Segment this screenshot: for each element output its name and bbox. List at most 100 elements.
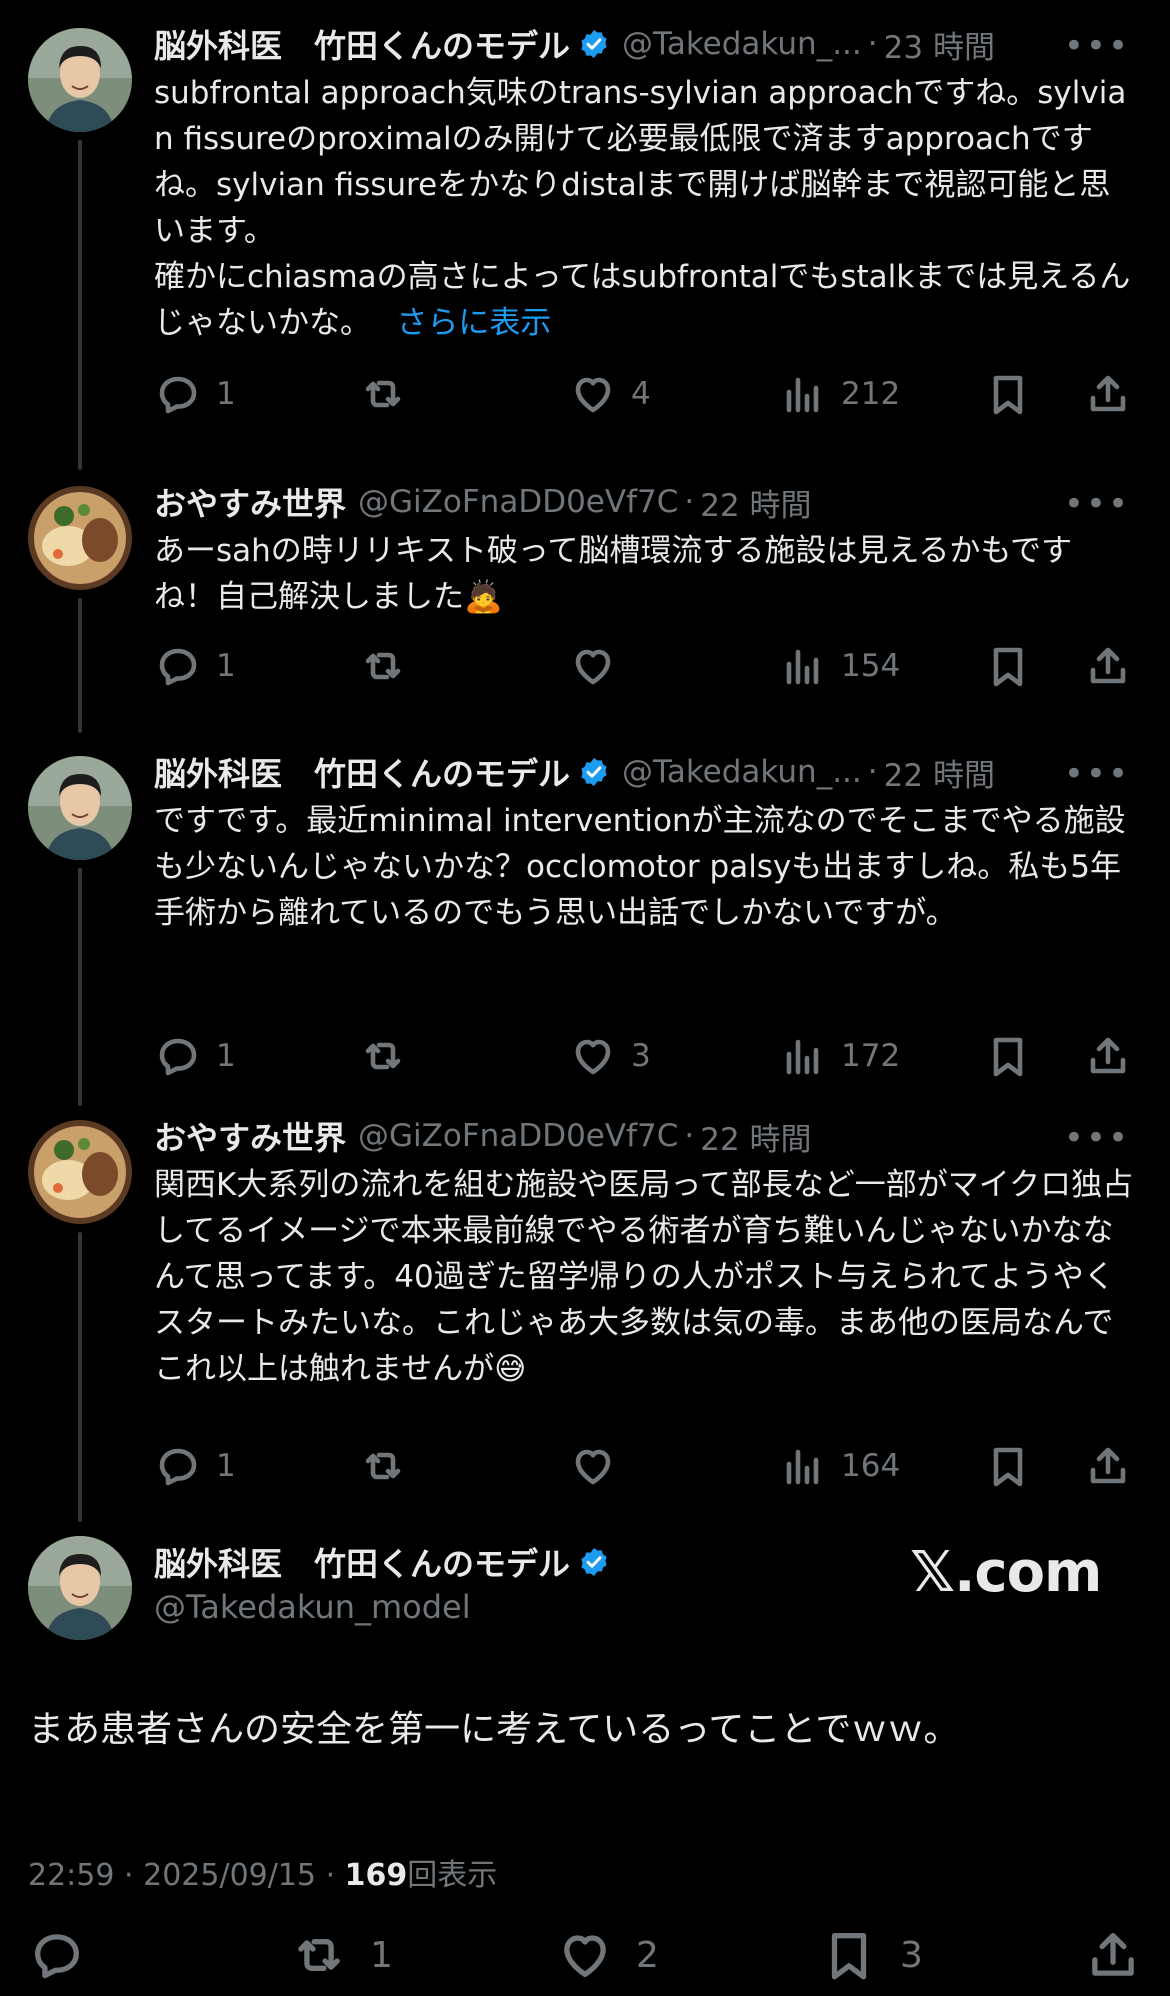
more-icon: •••	[1063, 754, 1130, 794]
more-icon: •••	[1063, 484, 1130, 524]
retweet-button[interactable]	[359, 1440, 421, 1492]
reply-button[interactable]: 1	[154, 1440, 236, 1492]
share-button[interactable]	[1084, 368, 1132, 420]
reply-button[interactable]: 1	[154, 368, 236, 420]
avatar[interactable]	[28, 1536, 132, 1640]
doctor-avatar-icon	[28, 28, 132, 132]
handle[interactable]: @Takedakun_...	[622, 754, 862, 790]
separator: ·	[867, 26, 878, 62]
tweet-header: おやすみ世界 @GiZoFnaDD0eVf7C · 22 時間	[154, 480, 1130, 524]
timestamp[interactable]: 22 時間	[700, 480, 811, 524]
bookmark-button[interactable]	[984, 368, 1032, 420]
more-icon: •••	[1063, 26, 1130, 66]
tweet-text: ですです。最近minimal interventionが主流なのでそこまでやる施…	[154, 803, 1126, 931]
view-count: 154	[841, 648, 901, 684]
timestamp[interactable]: 22 時間	[884, 750, 995, 794]
like-button[interactable]: 2	[556, 1920, 659, 1990]
view-count: 172	[841, 1038, 901, 1074]
bookmark-button[interactable]	[984, 640, 1032, 692]
more-options-button[interactable]: •••	[1064, 480, 1130, 524]
reply-icon	[159, 1038, 197, 1076]
reply-count: 1	[216, 648, 236, 684]
tweet-text: subfrontal approach気味のtrans-sylvian appr…	[154, 70, 1134, 346]
post-time[interactable]: 22:59	[28, 1858, 114, 1893]
thread-connector	[78, 1232, 82, 1522]
tweet-meta: 22:59 · 2025/09/15 · 169回表示	[28, 1850, 497, 1894]
tweet-text-content: subfrontal approach気味のtrans-sylvian appr…	[154, 75, 1131, 341]
show-more-link[interactable]: さらに表示	[396, 305, 551, 341]
retweet-button[interactable]	[359, 1030, 421, 1082]
retweet-button[interactable]: 1	[290, 1920, 393, 1990]
view-count: 164	[841, 1448, 901, 1484]
like-count: 3	[631, 1038, 651, 1074]
retweet-button[interactable]	[359, 368, 421, 420]
handle[interactable]: @Takedakun_...	[622, 26, 862, 62]
separator: ·	[684, 484, 695, 520]
reply-button[interactable]: 1	[154, 1030, 236, 1082]
separator: ·	[325, 1858, 336, 1893]
like-button[interactable]	[569, 640, 631, 692]
heart-icon	[575, 649, 611, 685]
views-button[interactable]: 212	[779, 368, 900, 420]
handle[interactable]: @GiZoFnaDD0eVf7C	[358, 1118, 678, 1154]
bookmark-button[interactable]	[984, 1440, 1032, 1492]
more-icon: •••	[1063, 1118, 1130, 1158]
display-name[interactable]: 脳外科医 竹田くんのモデル	[154, 1539, 570, 1585]
more-options-button[interactable]: •••	[1064, 1114, 1130, 1158]
reply-icon	[159, 376, 197, 414]
share-icon	[1090, 375, 1126, 412]
avatar[interactable]	[28, 28, 132, 132]
avatar[interactable]	[28, 486, 132, 590]
tweet-text: あーsahの時リリキスト破って脳槽環流する施設は見えるかもですね！自己解決しまし…	[154, 533, 1073, 615]
handle[interactable]: @GiZoFnaDD0eVf7C	[358, 484, 678, 520]
tweet-actions: 1 164	[154, 1440, 1144, 1492]
verified-badge-icon	[581, 30, 607, 58]
bookmark-icon	[993, 1447, 1023, 1487]
tweet-text: 関西K大系列の流れを組む施設や医局って部長など一部がマイクロ独占してるイメージで…	[154, 1167, 1134, 1387]
bookmark-button[interactable]: 3	[820, 1920, 923, 1990]
views-button[interactable]: 164	[779, 1440, 900, 1492]
avatar[interactable]	[28, 756, 132, 860]
verified-badge-icon	[581, 1548, 607, 1576]
handle[interactable]: @Takedakun_model	[154, 1588, 471, 1626]
retweet-button[interactable]	[359, 640, 421, 692]
timestamp[interactable]: 23 時間	[884, 22, 995, 66]
post-date[interactable]: 2025/09/15	[143, 1858, 316, 1893]
display-name[interactable]: おやすみ世界	[154, 1114, 346, 1158]
analytics-icon	[786, 649, 819, 685]
reply-count: 1	[216, 1448, 236, 1484]
bookmark-icon	[831, 1933, 867, 1980]
like-button[interactable]: 4	[569, 368, 651, 420]
avatar[interactable]	[28, 1120, 132, 1224]
tweet-actions: 1 2 3	[0, 1920, 1170, 1990]
more-options-button[interactable]: •••	[1064, 22, 1130, 66]
bookmark-button[interactable]	[984, 1030, 1032, 1082]
share-button[interactable]	[1084, 640, 1132, 692]
more-options-button[interactable]: •••	[1064, 750, 1130, 794]
retweet-icon	[365, 1042, 401, 1070]
reply-icon	[159, 1448, 197, 1486]
like-button[interactable]	[569, 1440, 631, 1492]
share-icon	[1090, 647, 1126, 684]
reply-button[interactable]: 1	[154, 640, 236, 692]
display-name[interactable]: おやすみ世界	[154, 480, 346, 524]
reply-button[interactable]	[28, 1920, 86, 1990]
bookmark-count: 3	[900, 1934, 923, 1976]
views-button[interactable]: 172	[779, 1030, 900, 1082]
tweet-header: 脳外科医 竹田くんのモデル @Takedakun_... · 22 時間	[154, 750, 1130, 794]
views-button[interactable]: 154	[779, 640, 900, 692]
like-count: 2	[636, 1934, 659, 1976]
share-button[interactable]	[1084, 1030, 1132, 1082]
share-icon	[1090, 1037, 1126, 1074]
tweet-header: 脳外科医 竹田くんのモデル @Takedakun_... · 23 時間	[154, 22, 1130, 66]
timestamp[interactable]: 22 時間	[700, 1114, 811, 1158]
display-name[interactable]: 脳外科医 竹田くんのモデル	[154, 22, 570, 66]
tweet-actions: 1 3 172	[154, 1030, 1144, 1082]
like-button[interactable]: 3	[569, 1030, 651, 1082]
retweet-icon	[365, 380, 401, 408]
display-name[interactable]: 脳外科医 竹田くんのモデル	[154, 750, 570, 794]
share-button[interactable]	[1084, 1920, 1142, 1990]
like-count: 4	[631, 376, 651, 412]
retweet-icon	[365, 1452, 401, 1480]
share-button[interactable]	[1084, 1440, 1132, 1492]
